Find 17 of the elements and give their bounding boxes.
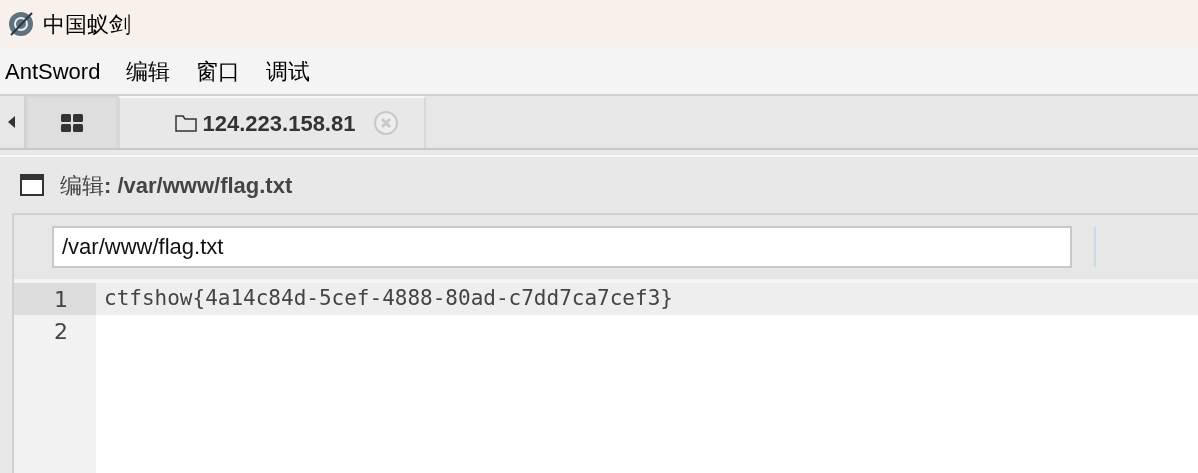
path-field[interactable]: /var/www/flag.txt [52,226,1072,268]
scroll-left-icon[interactable] [8,116,16,128]
folder-icon [174,114,197,132]
menu-item[interactable]: 窗口 [196,54,241,88]
panel-title: 编辑: /var/www/flag.txt [60,171,293,200]
host-tab[interactable]: 124.223.158.81 [118,96,426,148]
code-line: ctfshow{4a14c84d-5cef-4888-80ad-c7dd7ca7cef3} [104,285,673,313]
menu-item[interactable]: AntSword [5,54,101,88]
grid-icon [61,114,83,132]
menu-item[interactable]: 编辑 [126,54,171,88]
line-number: 1 [54,285,68,314]
window-icon [20,174,44,196]
menu-item[interactable]: 调试 [266,54,311,88]
home-tab[interactable] [26,96,118,148]
line-number: 2 [54,317,68,346]
app-logo-icon [7,10,35,38]
window-title: 中国蚁剑 [43,10,131,39]
